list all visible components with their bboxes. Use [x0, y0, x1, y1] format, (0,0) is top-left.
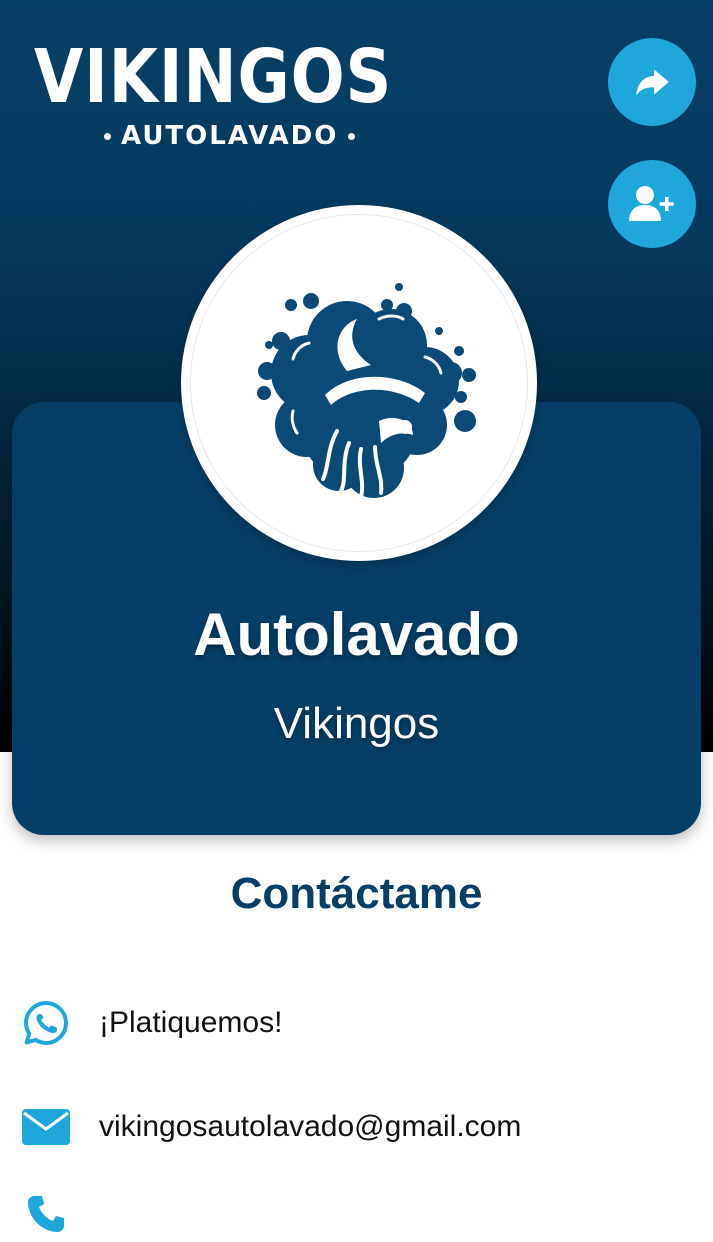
profile-title: Autolavado — [193, 601, 520, 668]
contact-item-whatsapp[interactable]: ¡Platiquemos! — [20, 995, 282, 1051]
logo-dot-left — [104, 133, 111, 140]
avatar — [181, 205, 537, 561]
email-icon — [20, 1101, 72, 1153]
contact-item-label: vikingosautolavado@gmail.com — [99, 1110, 522, 1143]
contact-item-label: ¡Platiquemos! — [99, 1006, 283, 1039]
whatsapp-icon — [20, 997, 72, 1049]
logo-subtitle-line: AUTOLAVADO — [94, 122, 365, 150]
contact-item-next[interactable] — [20, 1186, 72, 1242]
avatar-frame — [190, 214, 528, 552]
logo-title: VIKINGOS — [34, 34, 393, 120]
brand-logo: VIKINGOS AUTOLAVADO — [34, 38, 391, 150]
contact-item-email[interactable]: vikingosautolavado@gmail.com — [20, 1099, 521, 1155]
add-contact-icon — [629, 186, 674, 221]
phone-icon — [20, 1188, 72, 1240]
share-arrow-icon — [636, 69, 669, 96]
viking-mascot-icon — [257, 283, 476, 499]
share-button[interactable] — [608, 38, 696, 126]
logo-subtitle: AUTOLAVADO — [121, 121, 339, 151]
contact-heading: Contáctame — [230, 869, 483, 918]
logo-dot-right — [348, 133, 356, 140]
profile-subtitle: Vikingos — [273, 699, 440, 748]
add-contact-button[interactable] — [608, 160, 696, 248]
